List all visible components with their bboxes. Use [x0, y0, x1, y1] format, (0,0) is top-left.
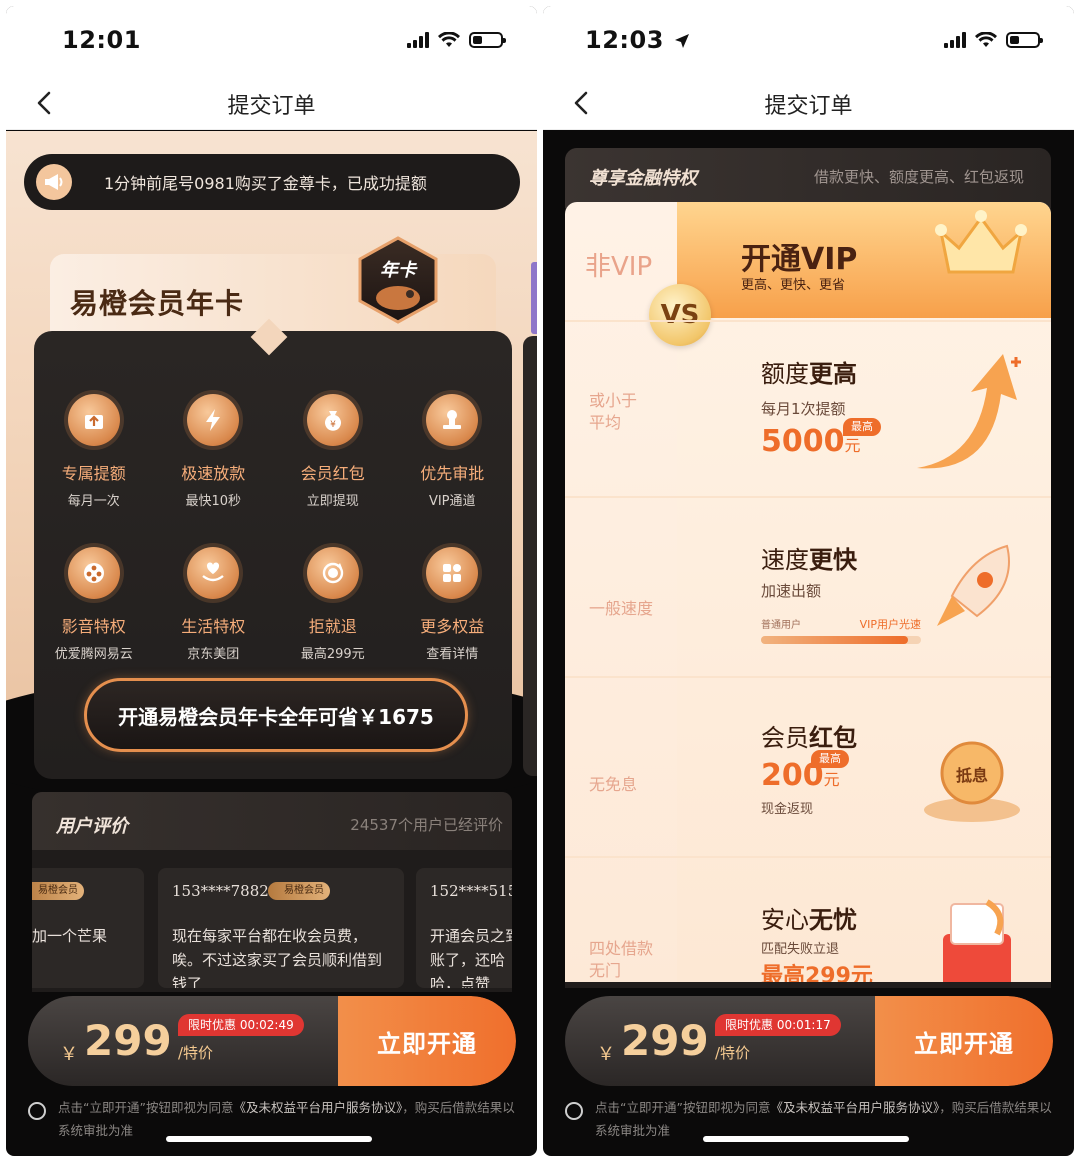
vip-subtitle: 更高、更快、更省: [741, 278, 846, 293]
status-time: 12:01: [62, 26, 141, 54]
nav-bar: 提交订单: [6, 78, 537, 130]
rising-arrow-icon: [917, 354, 1021, 469]
purchase-ticker: 1分钟前尾号0981购买了金尊卡，已成功提额: [24, 154, 520, 210]
status-bar: 12:03: [543, 6, 1074, 78]
right-screenshot: 12:03 提交订单 尊享金融特权 借款更快、额度更高、红包返现 非VIP 开通…: [543, 6, 1074, 1156]
reviews-count: 24537个用户已经评价: [350, 816, 503, 834]
home-indicator: [166, 1136, 372, 1142]
non-vip-label: 非VIP: [585, 252, 653, 282]
agreement-link[interactable]: 《及未权益平台用户服务协议》: [770, 1100, 939, 1115]
annual-card-badge-label: 年卡: [380, 260, 416, 281]
benefit-item[interactable]: 更多权益 查看详情: [393, 547, 513, 662]
benefit-item[interactable]: 极速放款 最快10秒: [154, 394, 274, 509]
compare-row-redpacket: 无免息 会员红包 最高 200元 现金返现 抵息: [565, 676, 1051, 856]
finance-title: 尊享金融特权: [589, 168, 697, 189]
interest-deduction-coin: 抵息: [917, 718, 1027, 828]
money-bag-icon: ¥: [306, 394, 359, 446]
home-indicator: [703, 1136, 909, 1142]
benefit-item[interactable]: 生活特权 京东美团: [154, 547, 274, 662]
countdown-tag: 限时优惠 00:02:49: [178, 1014, 304, 1036]
wifi-icon: [975, 32, 997, 47]
rocket-icon: [937, 544, 1010, 626]
svg-text:¥: ¥: [330, 420, 336, 430]
compare-row-speed: 一般速度 速度更快 加速出额 普通用户 VIP用户光速: [565, 496, 1051, 676]
vip-title: 开通VIP: [741, 242, 858, 277]
cellular-signal-icon: [944, 32, 966, 48]
status-bar: 12:01: [6, 6, 537, 78]
stamp-icon: [426, 394, 479, 446]
wifi-icon: [438, 32, 460, 47]
review-card: 易橙会员 加一个芒果: [32, 868, 144, 988]
heart-hand-icon: [187, 547, 240, 599]
reviews-title: 用户评价: [56, 816, 128, 837]
benefit-item[interactable]: 拒就退 最高299元: [273, 547, 393, 662]
agreement-link[interactable]: 《及未权益平台用户服务协议》: [233, 1100, 402, 1115]
benefit-grid: 专属提额 每月一次 极速放款 最快10秒 ¥ 会员红包 立即提现 优先审批 VI…: [34, 394, 512, 662]
compare-row-worry-free: 四处借款无门 安心无忧 匹配失败立退 最高299元: [565, 856, 1051, 982]
refund-icon: [306, 547, 359, 599]
nav-bar: 提交订单: [543, 78, 1074, 130]
buy-now-button[interactable]: 立即开通: [338, 996, 516, 1086]
benefit-item[interactable]: 专属提额 每月一次: [34, 394, 154, 509]
review-user: 153****7882: [172, 882, 269, 900]
page-title: 提交订单: [764, 94, 853, 119]
battery-icon: [1006, 32, 1043, 48]
megaphone-icon: [36, 164, 72, 200]
benefit-item[interactable]: 影音特权 优爱腾网易云: [34, 547, 154, 662]
raise-limit-icon: [67, 394, 120, 446]
lightning-icon: [187, 394, 240, 446]
member-badge: 易橙会员: [32, 882, 84, 900]
price: 299: [84, 1016, 172, 1065]
cellular-signal-icon: [407, 32, 429, 48]
review-user: 152****515: [430, 882, 512, 900]
status-time: 12:03: [585, 26, 691, 54]
film-reel-icon: [67, 547, 120, 599]
speed-comparison-bar: 普通用户 VIP用户光速: [761, 616, 921, 644]
location-arrow-icon: [674, 34, 689, 48]
vip-comparison: 非VIP 开通VIP 更高、更快、更省 VS 或小于平均 额度更高 每月1次提额…: [565, 202, 1051, 982]
purchase-bar: ￥ 299 限时优惠 00:02:49 /特价 立即开通: [28, 996, 516, 1086]
benefit-item[interactable]: 优先审批 VIP通道: [393, 394, 513, 509]
open-annual-card-button[interactable]: 开通易橙会员年卡全年可省￥1675: [84, 678, 468, 752]
agree-radio[interactable]: [28, 1102, 46, 1120]
review-card: 153****7882 易橙会员 现在每家平台都在收会员费，唉。不过这家买了会员…: [158, 868, 404, 988]
grid-icon: [426, 547, 479, 599]
member-badge: 易橙会员: [268, 882, 330, 900]
left-screenshot: 12:01 提交订单 1分钟前尾号0981购买了金尊卡，已成功提额 易橙会员年卡…: [6, 6, 537, 1156]
review-card: 152****515 开通会员之到账了，还哈哈，点赞: [416, 868, 512, 988]
gift-box-icon: [943, 899, 1011, 982]
compare-row-limit: 或小于平均 额度更高 每月1次提额 最高 5000元: [565, 320, 1051, 496]
buy-now-button[interactable]: 立即开通: [875, 996, 1053, 1086]
battery-icon: [469, 32, 506, 48]
page-title: 提交订单: [227, 94, 316, 119]
agree-radio[interactable]: [565, 1102, 583, 1120]
card-title: 易橙会员年卡: [70, 287, 245, 320]
purchase-bar: ￥ 299 限时优惠 00:01:17 /特价 立即开通: [565, 996, 1053, 1086]
countdown-tag: 限时优惠 00:01:17: [715, 1014, 841, 1036]
benefit-item[interactable]: ¥ 会员红包 立即提现: [273, 394, 393, 509]
price: 299: [621, 1016, 709, 1065]
finance-subtitle: 借款更快、额度更高、红包返现: [813, 168, 1024, 186]
crown-icon: [935, 210, 1027, 274]
ticker-text: 1分钟前尾号0981购买了金尊卡，已成功提额: [104, 174, 427, 193]
